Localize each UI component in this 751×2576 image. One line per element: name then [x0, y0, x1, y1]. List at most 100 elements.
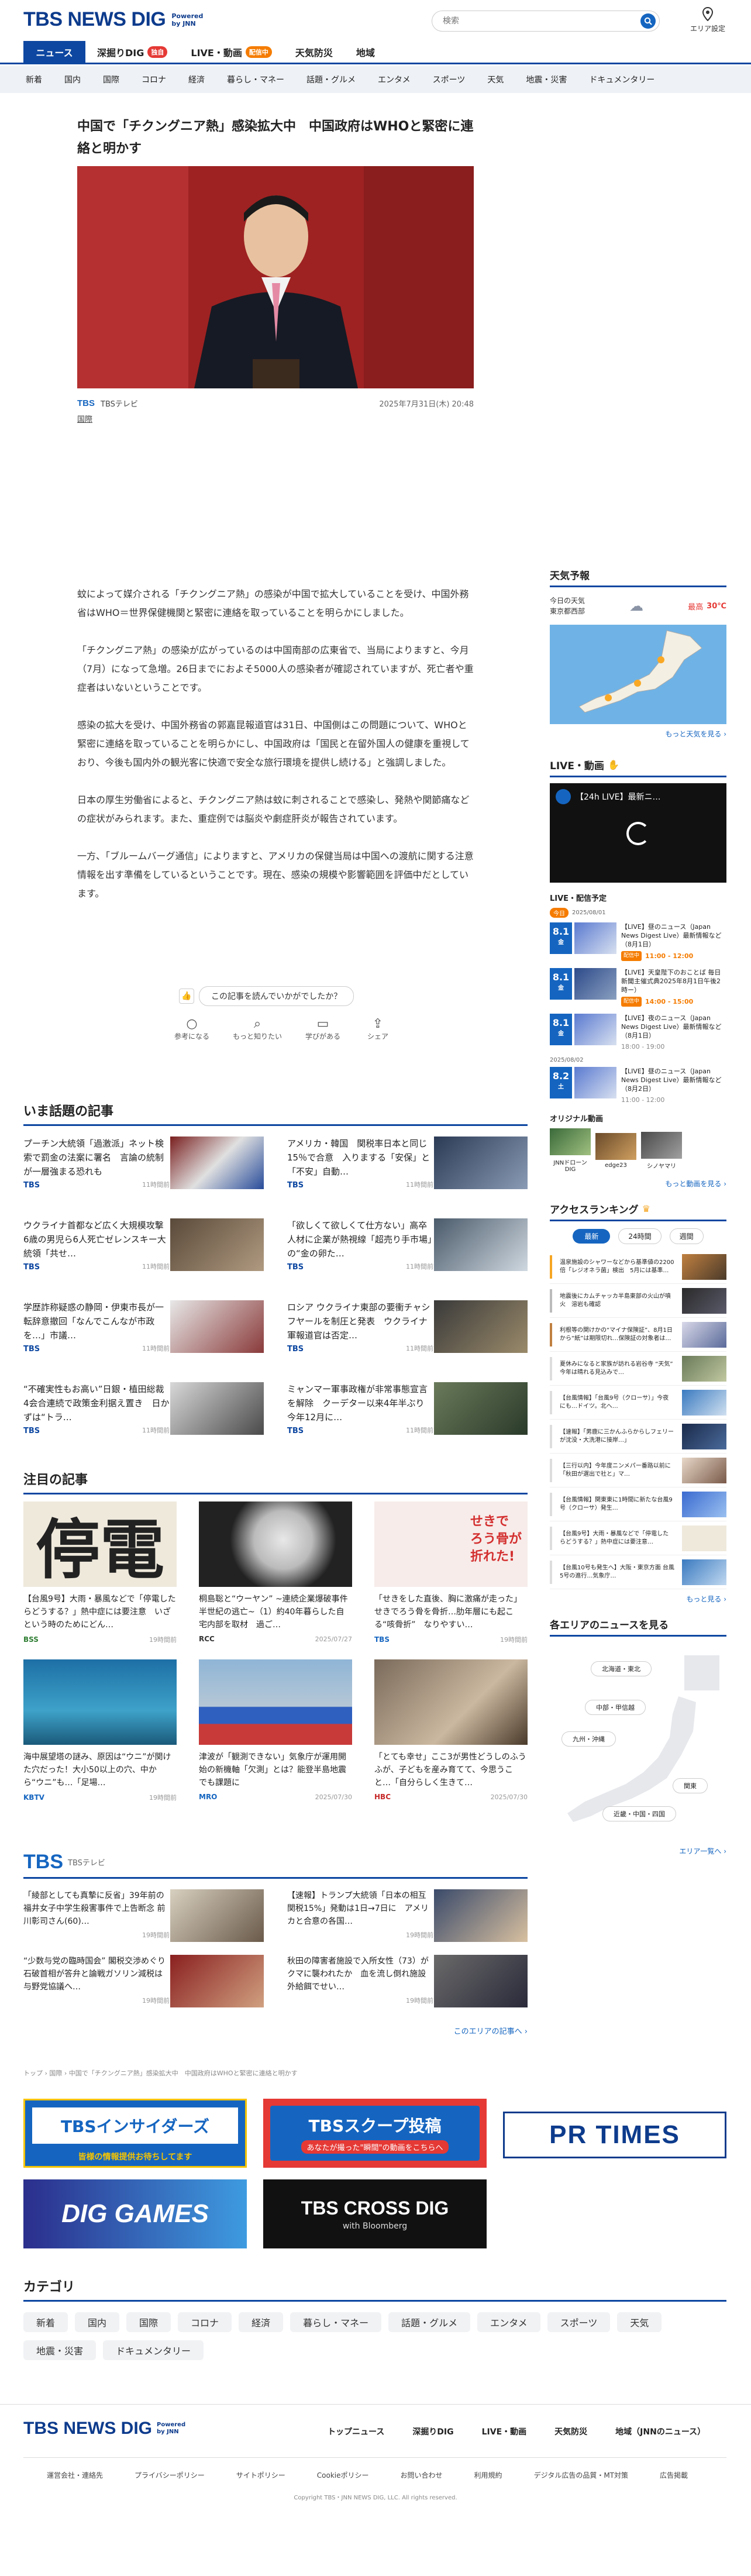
- ranking-item[interactable]: 地震後にカムチャッカ半島東部の火山が噴火 溶岩も確認: [550, 1284, 726, 1318]
- breadcrumb[interactable]: トップ › 国際 › 中国で「チクングニア熱」感染拡大中 中国政府はWHOと緊密…: [23, 2068, 298, 2078]
- list-item[interactable]: ミャンマー軍事政権が非常事態宣言を解除 クーデター以来4年半ぶり 今年12月に……: [287, 1382, 528, 1464]
- ranking-tab-24h[interactable]: 24時間: [618, 1228, 662, 1244]
- footer-link[interactable]: お問い合わせ: [401, 2470, 443, 2480]
- list-item[interactable]: 秋田の障害者施設で入所女性（73）がクマに襲われたか 血を流し倒れ施設外給餌でせ…: [287, 1955, 528, 2020]
- live-player[interactable]: 【24h LIVE】最新ニ…: [550, 783, 726, 883]
- nav-tab-area[interactable]: 地域: [345, 45, 387, 59]
- sub-nav-item[interactable]: 話題・グルメ: [306, 74, 356, 85]
- ranking-tab-weekly[interactable]: 週間: [669, 1228, 704, 1244]
- area-settings[interactable]: エリア設定: [684, 6, 731, 33]
- featured-card[interactable]: 「とても幸せ」ここ3が男性どうしのふうふが、子どもを産み育てて、今思うこと…「自…: [374, 1659, 528, 1802]
- category-chip[interactable]: 国内: [75, 2312, 120, 2332]
- banner-insiders[interactable]: TBSインサイダーズ 皆様の情報提供お待ちしてます: [23, 2099, 247, 2168]
- reaction-share[interactable]: ⇪ シェア: [360, 1017, 395, 1041]
- article-hero-image[interactable]: [77, 166, 474, 388]
- ranking-tab-latest[interactable]: 最新: [573, 1229, 611, 1244]
- category-chip[interactable]: 話題・グルメ: [388, 2312, 471, 2332]
- list-item[interactable]: 学歴詐称疑惑の静岡・伊東市長が一転辞意撤回「なんでこんなが市政を…」市議… TBS…: [23, 1300, 264, 1382]
- footer-link[interactable]: サイトポリシー: [236, 2470, 285, 2480]
- search-input[interactable]: [443, 16, 630, 26]
- logo[interactable]: TBS NEWS DIG Powered by JNN: [23, 8, 212, 31]
- banner-crossdig[interactable]: TBS CROSS DIG with Bloomberg: [263, 2179, 487, 2248]
- schedule-item[interactable]: 8.1 金 【LIVE】天皇陛下のおことば 毎日新聞主催式典2025年8月1日午後…: [550, 968, 726, 1007]
- area-more-link[interactable]: このエリアの記事へ ›: [23, 2025, 528, 2036]
- sub-nav-item[interactable]: コロナ: [142, 74, 166, 85]
- region-button[interactable]: 九州・沖縄: [561, 1731, 616, 1747]
- banner-prtimes[interactable]: PR TIMES: [503, 2112, 726, 2158]
- region-button[interactable]: 北海道・東北: [591, 1661, 652, 1676]
- original-channel[interactable]: edge23: [595, 1132, 636, 1169]
- schedule-item[interactable]: 8.1 金 【LIVE】昼のニュース（Japan News Digest Live…: [550, 922, 726, 961]
- list-item[interactable]: “少数与党の臨時国会” 閣税交渉めぐり石破首相が答弁と論戦ガソリン減税は与野党協…: [23, 1955, 264, 2020]
- footer-link[interactable]: プライバシーポリシー: [135, 2470, 205, 2480]
- nav-tab-weather[interactable]: 天気防災: [284, 45, 345, 59]
- list-item[interactable]: 「欲しくて欲しくて仕方ない」高卒人材に企業が熱視線「超売り手市場」の“金の卵た……: [287, 1218, 528, 1300]
- banner-digames[interactable]: DIG GAMES: [23, 2179, 247, 2248]
- region-button[interactable]: 近畿・中国・四国: [602, 1806, 676, 1821]
- nav-tab-live[interactable]: LIVE・動画 配信中: [179, 45, 283, 59]
- area-map[interactable]: 北海道・東北 中部・甲信越 九州・沖縄 関東 近畿・中国・四国: [550, 1644, 726, 1843]
- footer-nav-item[interactable]: 深掘りDIG: [412, 2426, 453, 2437]
- category-chip[interactable]: 経済: [239, 2312, 284, 2332]
- featured-card[interactable]: 停電 【台風9号】大雨・暴風などで「停電したらどうする？」熱中症には要注意 いざ…: [23, 1501, 177, 1644]
- reaction-more[interactable]: ⌕ もっと知りたい: [229, 1017, 285, 1041]
- ranking-item[interactable]: 【三行以内】今年度ニンメパー番路以前に「秋田が選出で社と」マ…: [550, 1454, 726, 1487]
- ranking-item[interactable]: 【台風10号も発生へ】大阪・東京方面 台風5号の進行…気象庁…: [550, 1555, 726, 1589]
- schedule-item[interactable]: 8.1 金 【LIVE】夜のニュース（Japan News Digest Live…: [550, 1014, 726, 1051]
- schedule-item[interactable]: 8.2 土 【LIVE】昼のニュース（Japan News Digest Live…: [550, 1067, 726, 1104]
- weather-more-link[interactable]: もっと天気を見る ›: [550, 729, 726, 739]
- category-chip[interactable]: 地震・災害: [23, 2340, 97, 2360]
- ranking-item[interactable]: 夏休みになると家族が訪れる岩谷寺 “天気” 今年は晴れる見込みで…: [550, 1352, 726, 1386]
- ranking-item[interactable]: 【台風9号】大雨・暴風などで「停電したらどうする？」熱中症には要注意…: [550, 1521, 726, 1555]
- category-chip[interactable]: 暮らし・マネー: [290, 2312, 382, 2332]
- reaction-useful[interactable]: ○ 参考になる: [171, 1017, 213, 1041]
- search-box[interactable]: [432, 11, 660, 32]
- sub-nav-item[interactable]: 天気: [487, 74, 504, 85]
- today-weather[interactable]: 今日の天気 東京都西部 ☁ 最高 30℃: [550, 595, 726, 617]
- category-chip[interactable]: エンタメ: [477, 2312, 540, 2332]
- search-icon[interactable]: [640, 13, 656, 29]
- sub-nav-item[interactable]: 地震・災害: [526, 74, 567, 85]
- category-chip[interactable]: 国際: [126, 2312, 171, 2332]
- category-chip[interactable]: ドキュメンタリー: [103, 2340, 204, 2360]
- featured-card[interactable]: 桐島聡と“ウーヤン” ~連続企業爆破事件 半世紀の逃亡~（1）約40年暮らした自…: [199, 1501, 352, 1644]
- sub-nav-item[interactable]: 国際: [103, 74, 119, 85]
- sub-nav-item[interactable]: ドキュメンタリー: [589, 74, 654, 85]
- footer-nav-item[interactable]: LIVE・動画: [482, 2426, 527, 2437]
- article-category[interactable]: 国際: [77, 413, 92, 424]
- list-item[interactable]: アメリカ・韓国 関税率日本と同じ15％で合意 入りまする「安保」と「不安」自動……: [287, 1137, 528, 1218]
- category-chip[interactable]: 天気: [617, 2312, 662, 2332]
- list-item[interactable]: 【速報】トランプ大統領「日本の相互関税15%」発動は1日→7日に アメリカと合意…: [287, 1889, 528, 1955]
- footer-link[interactable]: 広告掲載: [660, 2470, 688, 2480]
- category-chip[interactable]: 新着: [23, 2312, 68, 2332]
- region-button[interactable]: 中部・甲信越: [585, 1700, 646, 1715]
- category-chip[interactable]: スポーツ: [547, 2312, 611, 2332]
- ranking-item[interactable]: 【台風情報】関東東に1時間に新たな台風9号（クローサ）発生…: [550, 1487, 726, 1521]
- list-item[interactable]: ウクライナ首都など広く大規模攻撃 6歳の男児ら6人死亡ゼレンスキー大統領「共せ……: [23, 1218, 264, 1300]
- list-item[interactable]: ロシア ウクライナ東部の要衝チャシフヤールを制圧と発表 ウクライナ軍報道官は否定…: [287, 1300, 528, 1382]
- list-item[interactable]: “不確実性もお高い”日銀・植田総裁 4会合連続で政策金利据え置き 日かずは“トラ…: [23, 1382, 264, 1464]
- featured-card[interactable]: 津波が「観測できない」気象庁が運用開始の新機軸「欠測」とは？能登半島地震でも課題…: [199, 1659, 352, 1802]
- list-item[interactable]: プーチン大統領「過激派」ネット検索で罰金の法案に署名 言論の統制が一層強まる恐れ…: [23, 1137, 264, 1218]
- nav-tab-dig[interactable]: 深掘りDIG 独自: [85, 45, 179, 59]
- footer-logo[interactable]: TBS NEWS DIG Powered by JNN: [23, 2419, 192, 2439]
- weather-map[interactable]: [550, 625, 726, 724]
- sub-nav-item[interactable]: 暮らし・マネー: [227, 74, 284, 85]
- area-more-link[interactable]: エリア一覧へ ›: [550, 1846, 726, 1856]
- region-button[interactable]: 関東: [673, 1778, 708, 1793]
- featured-card[interactable]: 海中展望塔の謎み、原因は“ウニ”が関けた穴だった！大小50以上の穴、中から“ウニ…: [23, 1659, 177, 1802]
- original-channel[interactable]: シノヤマリ: [641, 1131, 682, 1170]
- footer-link[interactable]: デジタル広告の品質・MT対策: [534, 2470, 628, 2480]
- ranking-item[interactable]: 温泉施設のシャワーなどから基準値の2200倍「レジオネラ菌」検出 5月には基準…: [550, 1250, 726, 1284]
- ranking-item[interactable]: 利根等の関けかの“マイナ保険証”、8月1日から“紙”は期限切れ…保険証の対象者は…: [550, 1318, 726, 1352]
- banner-scoop[interactable]: TBSスクープ投稿 あなたが撮った"瞬間"の動画をこちらへ: [263, 2099, 487, 2168]
- footer-link[interactable]: Cookieポリシー: [317, 2470, 369, 2480]
- nav-tab-news[interactable]: ニュース: [23, 41, 85, 63]
- reaction-learn[interactable]: ▭ 学びがある: [302, 1017, 344, 1041]
- category-chip[interactable]: コロナ: [178, 2312, 232, 2332]
- footer-link[interactable]: 運営会社・連絡先: [47, 2470, 103, 2480]
- list-item[interactable]: 「綾部としても真摯に反省」39年前の福井女子中学生殺害事件で上告断念 前川彰司さ…: [23, 1889, 264, 1955]
- ranking-item[interactable]: 【台風情報】「台風9号（クローサ）」今夜にも…ドイツ。北へ…: [550, 1386, 726, 1420]
- footer-nav-item[interactable]: 地域（JNNのニュース）: [615, 2426, 705, 2437]
- sub-nav-item[interactable]: 経済: [188, 74, 205, 85]
